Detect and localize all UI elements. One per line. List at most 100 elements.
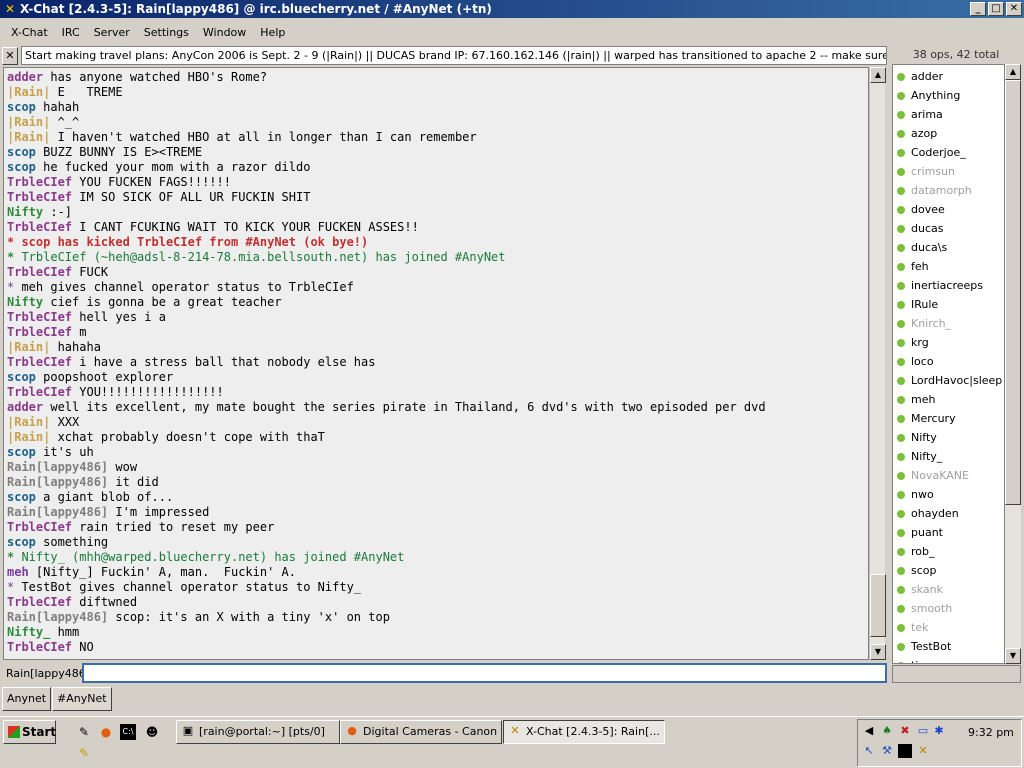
chat-nick[interactable]: |Rain| [7,85,50,99]
menu-server[interactable]: Server [87,26,137,39]
pointer-icon[interactable]: ↖ [862,744,876,758]
chat-nick[interactable]: TrbleCIef [7,520,72,534]
task-terminal[interactable]: ▣ [rain@portal:~] [pts/0] [176,720,340,744]
chat-nick[interactable]: Nifty_ [7,625,50,639]
chat-nick[interactable]: Rain[lappy486] [7,610,108,624]
user-list-item[interactable]: nwo [893,485,1004,504]
task-xchat[interactable]: ✕ X-Chat [2.4.3-5]: Rain[... [503,720,665,744]
user-list-item[interactable]: skank [893,580,1004,599]
tab-anynet-channel[interactable]: #AnyNet [52,687,112,711]
user-list-item[interactable]: loco [893,352,1004,371]
minimize-button[interactable]: _ [970,2,986,16]
close-button[interactable]: ✕ [1006,2,1022,16]
chat-nick[interactable]: adder [7,400,43,414]
scroll-down-arrow-icon[interactable]: ▼ [870,644,886,660]
menu-xchat[interactable]: X-Chat [4,26,55,39]
userlist-scroll-down-icon[interactable]: ▼ [1005,648,1021,664]
display-icon[interactable]: ▭ [916,724,930,738]
chat-nick[interactable]: scop [7,160,36,174]
alien-icon[interactable]: ☻ [144,724,160,740]
user-list-item[interactable]: arima [893,105,1004,124]
userlist-scroll-up-icon[interactable]: ▲ [1005,64,1021,80]
volume-icon[interactable]: ◀ [862,724,876,738]
chat-nick[interactable]: TrbleCIef [7,265,72,279]
user-list-item[interactable]: datamorph [893,181,1004,200]
userlist-scrollbar[interactable]: ▲ ▼ [1005,64,1021,664]
user-list-item[interactable]: NovaKANE [893,466,1004,485]
chat-nick[interactable]: meh [7,565,29,579]
chat-nick[interactable]: |Rain| [7,430,50,444]
user-list-item[interactable]: LordHavoc|sleep [893,371,1004,390]
chat-nick[interactable]: Rain[lappy486] [7,475,108,489]
chat-nick[interactable]: TrbleCIef [7,385,72,399]
user-list-item[interactable]: crimsun [893,162,1004,181]
chat-nick[interactable]: Nifty [7,205,43,219]
user-list-item[interactable]: krg [893,333,1004,352]
user-list-item[interactable]: Anything [893,86,1004,105]
user-list-item[interactable]: puant [893,523,1004,542]
userlist-scroll-thumb[interactable] [1005,80,1021,505]
user-list-item[interactable]: Coderjoe_ [893,143,1004,162]
user-list-item[interactable]: timm [893,656,1004,663]
user-list-item[interactable]: Knirch_ [893,314,1004,333]
task-browser[interactable]: ● Digital Cameras - Canon P... [340,720,502,744]
user-list-item[interactable]: Nifty_ [893,447,1004,466]
user-list-item[interactable]: feh [893,257,1004,276]
user-list-item[interactable]: meh [893,390,1004,409]
user-list-item[interactable]: duca\s [893,238,1004,257]
nick-button[interactable]: Rain[lappy486] [2,667,90,680]
scroll-thumb[interactable] [870,574,886,637]
close-channel-button[interactable]: ✕ [2,46,18,65]
chat-nick[interactable]: scop [7,490,36,504]
scroll-up-arrow-icon[interactable]: ▲ [870,67,886,83]
user-list-item[interactable]: Mercury [893,409,1004,428]
menu-irc[interactable]: IRC [55,26,87,39]
maximize-button[interactable]: □ [988,2,1004,16]
chat-nick[interactable]: Nifty [7,295,43,309]
user-list-item[interactable]: TestBot [893,637,1004,656]
tool-icon[interactable]: ⚒ [880,744,894,758]
network-disconnected-icon[interactable]: ✖ [898,724,912,738]
menu-help[interactable]: Help [253,26,292,39]
chat-nick[interactable]: TrbleCIef [7,310,72,324]
chat-nick[interactable]: Rain[lappy486] [7,460,108,474]
user-list-item[interactable]: ohayden [893,504,1004,523]
chat-nick[interactable]: |Rain| [7,415,50,429]
user-list-item[interactable]: adder [893,67,1004,86]
bluetooth-icon[interactable]: ✱ [932,724,946,738]
start-button[interactable]: Start [3,720,56,744]
tab-anynet-server[interactable]: Anynet [2,687,52,711]
user-list-item[interactable]: dovee [893,200,1004,219]
user-list[interactable]: adder Anything arima azop Coderjoe_ crimsun da… [892,64,1005,664]
terminal-icon[interactable]: C:\ [120,724,136,740]
message-input[interactable] [82,663,887,683]
user-list-item[interactable]: rob_ [893,542,1004,561]
monitor-icon[interactable] [898,744,912,758]
chat-nick[interactable]: scop [7,145,36,159]
chat-nick[interactable]: adder [7,70,43,84]
user-list-item[interactable]: tek [893,618,1004,637]
topic-field[interactable]: Start making travel plans: AnyCon 2006 i… [21,46,887,65]
chat-nick[interactable]: TrbleCIef [7,325,72,339]
chat-scrollbar[interactable]: ▲ ▼ [869,67,886,660]
chat-log[interactable]: adder has anyone watched HBO's Rome? |Rai… [3,67,869,660]
chat-nick[interactable]: scop [7,535,36,549]
user-list-item[interactable]: inertiacreeps [893,276,1004,295]
menu-window[interactable]: Window [196,26,253,39]
chat-nick[interactable]: TrbleCIef [7,640,72,654]
user-list-item[interactable]: smooth [893,599,1004,618]
chat-nick[interactable]: |Rain| [7,340,50,354]
user-list-item[interactable]: azop [893,124,1004,143]
user-list-item[interactable]: Nifty [893,428,1004,447]
chat-nick[interactable]: |Rain| [7,115,50,129]
chat-nick[interactable]: TrbleCIef [7,190,72,204]
menu-settings[interactable]: Settings [137,26,196,39]
chat-nick[interactable]: scop [7,445,36,459]
firefox-icon[interactable]: ● [98,724,114,740]
chat-nick[interactable]: Rain[lappy486] [7,505,108,519]
user-list-item[interactable]: IRule [893,295,1004,314]
network-icon[interactable]: ♠ [880,724,894,738]
xchat-tray-icon[interactable]: ✕ [916,744,930,758]
chat-nick[interactable]: TrbleCIef [7,355,72,369]
tools-icon[interactable]: ✎ [76,745,92,761]
